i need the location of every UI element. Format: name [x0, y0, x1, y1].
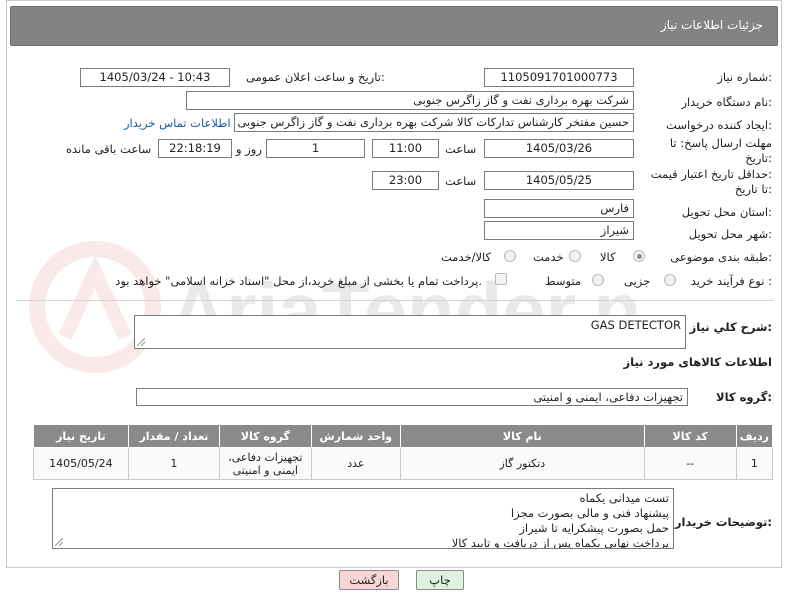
province-field[interactable]: فارس — [484, 199, 634, 218]
requester-field[interactable]: حسین مفتخر کارشناس تدارکات کالا شرکت بهر… — [234, 113, 634, 132]
goods-table: ردیف کد کالا نام کالا واحد شمارش گروه کا… — [33, 424, 774, 480]
category-radio-both[interactable] — [504, 250, 516, 262]
remaining-label: ساعت باقی مانده — [66, 142, 152, 156]
city-field[interactable]: شیراز — [484, 221, 634, 240]
description-value: GAS DETECTOR — [590, 318, 681, 332]
requester-label: ایجاد کننده درخواست: — [666, 118, 772, 132]
page-title-bar: جزئیات اطلاعات نیاز — [10, 6, 778, 46]
col-unit: واحد شمارش — [310, 424, 402, 448]
resize-grip-icon[interactable] — [55, 538, 63, 546]
reply-date-field[interactable]: 1405/03/26 — [484, 139, 634, 158]
back-button[interactable]: بازگشت — [339, 570, 399, 590]
col-name: نام کالا — [400, 424, 645, 448]
cell-group: تجهیزات دفاعی، ایمنی و امنیتی — [219, 447, 312, 480]
price-hour-label: ساعت — [445, 174, 477, 188]
table-row[interactable]: 1 -- دتکتور گاز عدد تجهیزات دفاعی، ایمنی… — [33, 447, 774, 480]
payment-note: پرداخت تمام یا بخشی از مبلغ خرید،از محل … — [115, 274, 482, 288]
print-button[interactable]: چاپ — [416, 570, 464, 590]
announce-field[interactable]: 1405/03/24 - 10:43 — [80, 68, 230, 87]
buyer-notes-label: توضیحات خریدار: — [674, 515, 772, 529]
col-group: گروه کالا — [219, 424, 312, 448]
notes-line: حمل بصورت پیشکرایه تا شیراز — [519, 521, 669, 535]
process-radio-medium[interactable] — [592, 274, 604, 286]
announce-label: تاریخ و ساعت اعلان عمومی: — [246, 70, 385, 84]
reply-deadline-label: مهلت ارسال پاسخ: تا — [669, 136, 772, 150]
reply-hour-label: ساعت — [445, 142, 477, 156]
col-date: تاریخ نیاز — [33, 424, 129, 448]
category-radio-service[interactable] — [569, 250, 581, 262]
category-option-goods: کالا — [600, 250, 616, 264]
buyer-notes-textarea[interactable]: تست میدانی یکماه پیشنهاد فنی و مالی بصور… — [52, 488, 674, 549]
col-qty: تعداد / مقدار — [127, 424, 221, 448]
col-code: کد کالا — [643, 424, 737, 448]
need-number-field[interactable]: 1105091701000773 — [484, 68, 634, 87]
notes-line: پیشنهاد فنی و مالی بصورت مجزا — [510, 506, 669, 520]
process-radio-minor[interactable] — [664, 274, 676, 286]
process-label: نوع فرآیند خرید : — [690, 274, 772, 288]
price-validity-label: حداقل تاریخ اعتبار قیمت: — [650, 167, 772, 181]
category-radio-goods[interactable] — [633, 250, 645, 262]
description-textarea[interactable]: GAS DETECTOR — [134, 315, 686, 349]
section-divider — [16, 300, 774, 301]
need-number-label: شماره نیاز: — [717, 70, 772, 84]
cell-qty: 1 — [127, 447, 221, 480]
category-label: طبقه بندی موضوعی: — [670, 250, 772, 264]
price-date-field[interactable]: 1405/05/25 — [484, 171, 634, 190]
goods-section-title: اطلاعات کالاهای مورد نیاز — [623, 355, 772, 369]
process-option-medium: متوسط — [545, 274, 582, 288]
buyer-org-field[interactable]: شرکت بهره برداری نفت و گاز زاگرس جنوبی — [186, 91, 634, 110]
cell-unit: عدد — [310, 447, 402, 480]
treasury-checkbox[interactable] — [495, 273, 507, 285]
cell-date: 1405/05/24 — [33, 447, 129, 480]
remaining-time-field[interactable]: 22:18:19 — [158, 139, 232, 158]
cell-name: دتکتور گاز — [400, 447, 645, 480]
category-option-service: خدمت — [533, 250, 564, 264]
contact-info-link[interactable]: اطلاعات تماس خریدار — [124, 116, 231, 130]
notes-line: پرداخت نهایی یکماه پس از دریافت و تایید … — [451, 536, 669, 549]
buyer-org-label: نام دستگاه خریدار: — [681, 95, 772, 109]
description-label: شرح کلي نياز: — [689, 320, 772, 334]
process-option-minor: جزیی — [624, 274, 651, 288]
page-title: جزئیات اطلاعات نیاز — [660, 18, 763, 32]
price-validity-label-2: تا تاریخ: — [734, 182, 772, 196]
resize-grip-icon[interactable] — [137, 338, 145, 346]
col-row: ردیف — [735, 424, 774, 448]
days-label: روز و — [236, 142, 262, 156]
category-option-both: کالا/خدمت — [441, 250, 492, 264]
goods-group-field[interactable]: تجهیزات دفاعی، ایمنی و امنیتی — [136, 388, 688, 406]
price-time-field[interactable]: 23:00 — [372, 171, 439, 190]
days-field[interactable]: 1 — [266, 139, 365, 158]
goods-group-label: گروه کالا: — [716, 390, 772, 404]
province-label: استان محل تحویل: — [681, 205, 772, 219]
cell-row: 1 — [735, 447, 774, 480]
cell-code: -- — [643, 447, 737, 480]
table-header-row: ردیف کد کالا نام کالا واحد شمارش گروه کا… — [33, 424, 774, 448]
city-label: شهر محل تحویل: — [688, 227, 772, 241]
reply-deadline-label-2: تاریخ: — [745, 151, 772, 165]
reply-time-field[interactable]: 11:00 — [372, 139, 439, 158]
notes-line: تست میدانی یکماه — [579, 491, 669, 505]
